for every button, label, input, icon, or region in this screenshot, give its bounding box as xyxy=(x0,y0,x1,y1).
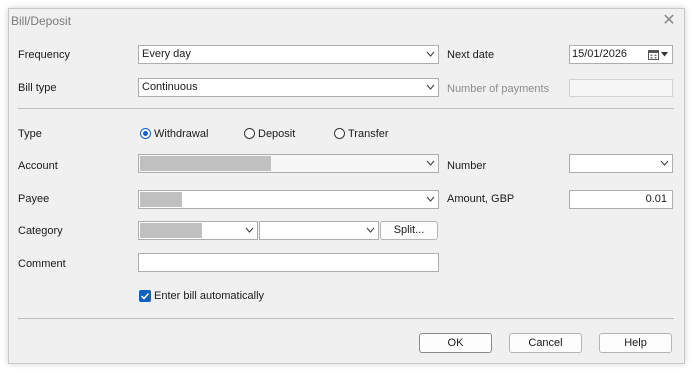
type-label: Type xyxy=(18,128,42,140)
next-date-label: Next date xyxy=(447,49,495,61)
amount-field[interactable]: 0.01 xyxy=(569,190,673,209)
ok-button[interactable]: OK xyxy=(419,333,492,353)
chevron-down-icon xyxy=(426,160,435,166)
chevron-down-icon xyxy=(660,160,669,166)
radio-deposit-label[interactable]: Deposit xyxy=(258,128,295,140)
number-label: Number xyxy=(447,160,487,172)
help-button[interactable]: Help xyxy=(599,333,672,353)
frequency-value: Every day xyxy=(142,48,191,60)
amount-label: Amount, GBP xyxy=(447,193,515,205)
bill-type-value: Continuous xyxy=(142,81,198,93)
radio-transfer[interactable] xyxy=(334,128,345,139)
frequency-label: Frequency xyxy=(18,49,70,61)
redacted-category xyxy=(140,223,202,238)
account-select[interactable] xyxy=(138,154,439,173)
chevron-down-icon xyxy=(366,227,375,233)
category-select[interactable] xyxy=(138,221,258,240)
window-title: Bill/Deposit xyxy=(11,14,72,28)
bill-type-label: Bill type xyxy=(18,82,57,94)
divider-bottom xyxy=(18,318,674,319)
radio-withdrawal[interactable] xyxy=(140,128,151,139)
radio-transfer-label[interactable]: Transfer xyxy=(348,128,389,140)
frequency-select[interactable]: Every day xyxy=(138,45,439,64)
comment-field[interactable] xyxy=(138,253,439,272)
number-select[interactable] xyxy=(569,154,673,173)
split-button[interactable]: Split... xyxy=(380,221,438,240)
next-date-picker[interactable]: 15/01/2026 xyxy=(569,45,673,64)
radio-deposit[interactable] xyxy=(244,128,255,139)
enter-auto-label[interactable]: Enter bill automatically xyxy=(154,290,264,302)
number-of-payments-label: Number of payments xyxy=(447,83,550,95)
subcategory-select[interactable] xyxy=(259,221,379,240)
chevron-down-icon[interactable] xyxy=(661,52,668,57)
chevron-down-icon xyxy=(426,196,435,202)
comment-label: Comment xyxy=(18,258,66,270)
cancel-button[interactable]: Cancel xyxy=(509,333,582,353)
chevron-down-icon xyxy=(426,84,435,90)
redacted-payee xyxy=(140,192,182,207)
payee-select[interactable] xyxy=(138,190,439,209)
next-date-value: 15/01/2026 xyxy=(572,48,628,60)
checkmark-icon xyxy=(140,292,150,300)
bill-deposit-dialog: Bill/Deposit ✕ Frequency Every day Next … xyxy=(8,8,685,364)
category-label: Category xyxy=(18,225,63,237)
radio-withdrawal-label[interactable]: Withdrawal xyxy=(154,128,208,140)
divider-top xyxy=(18,108,674,109)
title-bar: Bill/Deposit ✕ xyxy=(9,9,684,35)
bill-type-select[interactable]: Continuous xyxy=(138,78,439,97)
calendar-icon[interactable] xyxy=(648,49,659,60)
chevron-down-icon xyxy=(245,227,254,233)
number-of-payments-field xyxy=(569,79,673,97)
redacted-account xyxy=(140,156,271,171)
payee-label: Payee xyxy=(18,193,50,205)
amount-value: 0.01 xyxy=(645,193,667,205)
close-icon[interactable]: ✕ xyxy=(660,12,678,30)
account-label: Account xyxy=(18,160,58,172)
chevron-down-icon xyxy=(426,51,435,57)
enter-auto-checkbox[interactable] xyxy=(139,290,151,302)
